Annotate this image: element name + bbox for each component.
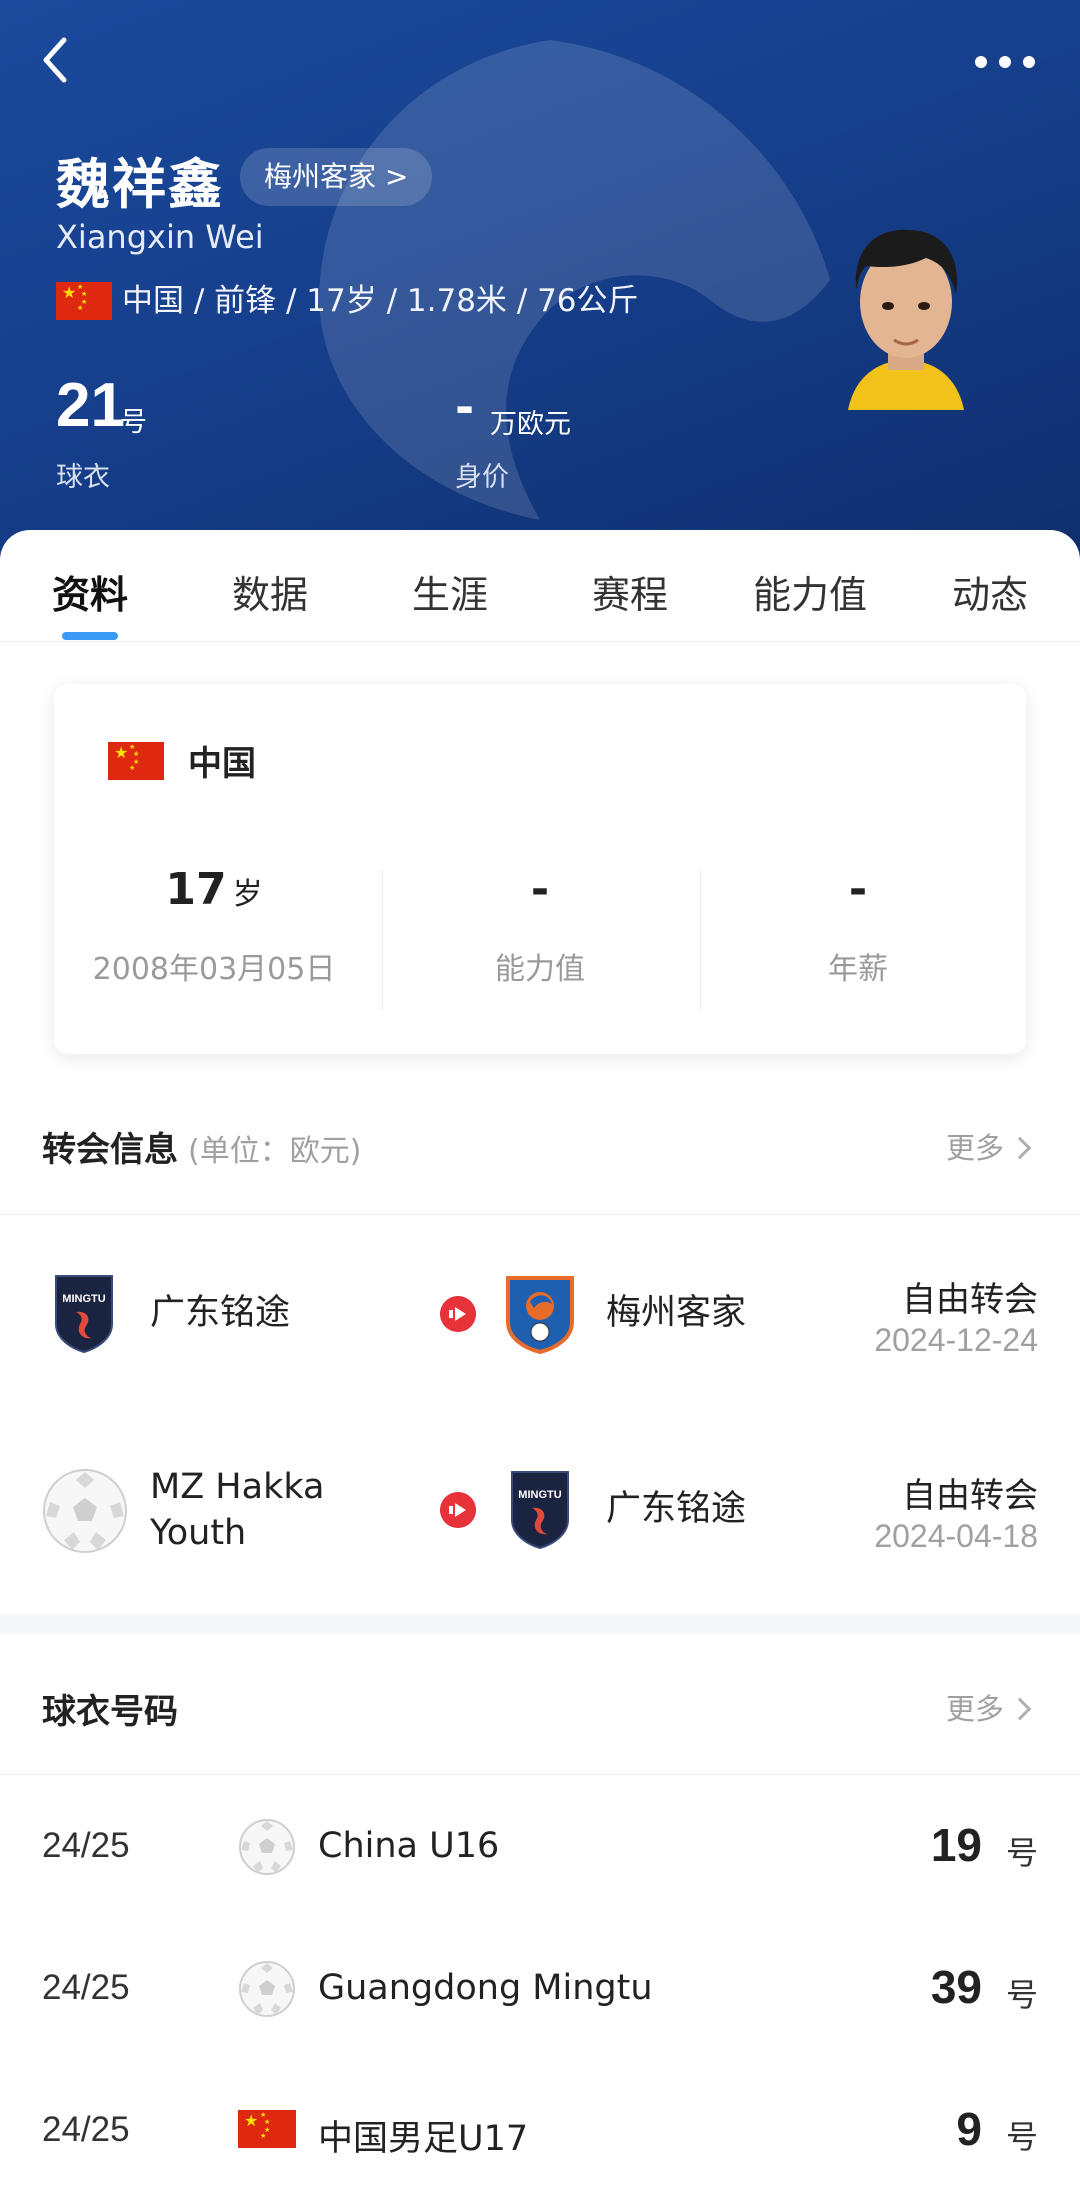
salary-value: - bbox=[848, 864, 868, 915]
divider bbox=[0, 1774, 1080, 1775]
more-options-button[interactable] bbox=[970, 40, 1040, 80]
jersey-number: 21 bbox=[56, 371, 125, 440]
tab-career[interactable]: 生涯 bbox=[410, 564, 490, 619]
jersey-unit: 号 bbox=[1005, 1976, 1038, 2014]
season: 24/25 bbox=[42, 1826, 130, 1865]
tab-bar: 资料 数据 生涯 赛程 能力值 动态 bbox=[0, 530, 1080, 642]
to-club[interactable]: 广东铭途 bbox=[606, 1486, 746, 1532]
birthdate: 2008年03月05日 bbox=[92, 952, 336, 987]
jersey-unit: 号 bbox=[120, 407, 147, 438]
tab-stats[interactable]: 数据 bbox=[230, 564, 310, 619]
transfers-more-link[interactable]: 更多 bbox=[946, 1125, 1032, 1167]
club-crest-watermark bbox=[319, 40, 830, 520]
chevron-right-icon bbox=[1008, 1136, 1032, 1160]
jersey-unit: 号 bbox=[1005, 2118, 1038, 2156]
market-value: - bbox=[455, 380, 475, 434]
salary-label: 年薪 bbox=[828, 952, 888, 987]
china-flag-icon: ★ ★ ★ ★ ★ bbox=[238, 2110, 296, 2148]
transfer-date: 2024-12-24 bbox=[874, 1322, 1038, 1358]
jersey-label: 球衣 bbox=[56, 462, 110, 493]
soccer-ball-icon bbox=[239, 1961, 295, 2017]
team-name: China U16 bbox=[318, 1826, 500, 1866]
age-value: 17 bbox=[165, 864, 227, 915]
more-label: 更多 bbox=[946, 1131, 1005, 1165]
from-club[interactable]: 广东铭途 bbox=[150, 1290, 290, 1336]
ability-label: 能力值 bbox=[495, 952, 585, 987]
player-name-en: Xiangxin Wei bbox=[56, 218, 264, 256]
back-button[interactable] bbox=[28, 30, 88, 90]
age-stat: 17 岁 2008年03月05日 bbox=[54, 864, 374, 988]
nationality-label: 中国 bbox=[188, 744, 256, 784]
guangdong-mingtu-logo: MINGTU bbox=[55, 1275, 113, 1354]
soccer-ball-icon bbox=[43, 1469, 127, 1553]
guangdong-mingtu-logo: MINGTU bbox=[511, 1471, 569, 1550]
jersey-history-row[interactable]: 24/25 Guangdong Mingtu 39 号 bbox=[0, 1918, 1080, 2058]
season: 24/25 bbox=[42, 2110, 130, 2149]
profile-card: ★ ★ ★ ★ ★ 中国 17 岁 2008年03月05日 - 能力值 - 年薪 bbox=[54, 684, 1026, 1054]
transfers-title-text: 转会信息 bbox=[42, 1130, 178, 1170]
salary-stat: - 年薪 bbox=[698, 864, 1018, 988]
team-name: 中国男足U17 bbox=[318, 2119, 529, 2159]
section-gap bbox=[0, 1614, 1080, 1634]
season: 24/25 bbox=[42, 1968, 130, 2007]
market-value-label: 身价 bbox=[455, 462, 509, 493]
active-tab-indicator bbox=[62, 632, 118, 640]
svg-text:MINGTU: MINGTU bbox=[518, 1489, 561, 1501]
jersey-history-row[interactable]: 24/25 China U16 19 号 bbox=[0, 1778, 1080, 1918]
meizhou-hakka-logo bbox=[506, 1276, 574, 1354]
tab-ability[interactable]: 能力值 bbox=[748, 564, 872, 619]
team-name: Guangdong Mingtu bbox=[318, 1968, 653, 2008]
transfer-type: 自由转会 bbox=[902, 1476, 1038, 1516]
age-unit: 岁 bbox=[232, 877, 263, 912]
more-label: 更多 bbox=[946, 1692, 1005, 1726]
player-name-cn: 魏祥鑫 bbox=[56, 153, 224, 216]
player-info-line: 中国 / 前锋 / 17岁 / 1.78米 / 76公斤 bbox=[122, 283, 639, 319]
tab-schedule[interactable]: 赛程 bbox=[590, 564, 670, 619]
ability-stat: - 能力值 bbox=[380, 864, 700, 988]
transfer-row[interactable]: MZ Hakka Youth MINGTU 广东铭途 自由转会 2024-04-… bbox=[0, 1412, 1080, 1612]
transfer-row[interactable]: MINGTU 广东铭途 梅州客家 自由转会 2024-12-24 bbox=[0, 1214, 1080, 1414]
transfer-type: 自由转会 bbox=[902, 1280, 1038, 1320]
from-club-line2[interactable]: Youth bbox=[150, 1510, 246, 1556]
transfer-arrow-icon bbox=[440, 1492, 476, 1528]
transfers-title: 转会信息 (单位：欧元) bbox=[42, 1122, 361, 1171]
jersey-history-title: 球衣号码 bbox=[42, 1692, 178, 1732]
current-team-link[interactable]: 梅州客家 > bbox=[240, 148, 433, 206]
transfer-arrow-icon bbox=[440, 1296, 476, 1332]
china-flag-icon: ★ ★ ★ ★ ★ bbox=[56, 282, 112, 320]
player-avatar bbox=[848, 229, 964, 410]
to-club[interactable]: 梅州客家 bbox=[606, 1290, 746, 1336]
tab-profile[interactable]: 资料 bbox=[50, 564, 130, 619]
soccer-ball-icon bbox=[239, 1819, 295, 1875]
from-club-line1[interactable]: MZ Hakka bbox=[150, 1464, 324, 1510]
market-value-unit: 万欧元 bbox=[490, 409, 571, 440]
transfer-date: 2024-04-18 bbox=[874, 1518, 1038, 1554]
jersey-number: 39 bbox=[930, 1961, 982, 2013]
jersey-more-link[interactable]: 更多 bbox=[946, 1686, 1032, 1728]
jersey-history-row[interactable]: 24/25 ★ ★ ★ ★ ★ 中国男足U17 9 号 bbox=[0, 2058, 1080, 2198]
china-flag-icon: ★ ★ ★ ★ ★ bbox=[108, 742, 164, 780]
player-header: 魏祥鑫 梅州客家 > Xiangxin Wei ★ ★ ★ ★ ★ 中国 / 前… bbox=[0, 0, 1080, 560]
tab-news[interactable]: 动态 bbox=[950, 564, 1030, 619]
ability-value: - bbox=[530, 864, 550, 915]
transfers-unit: (单位：欧元) bbox=[188, 1134, 362, 1169]
jersey-number: 9 bbox=[956, 2103, 982, 2155]
jersey-unit: 号 bbox=[1005, 1834, 1038, 1872]
jersey-number: 19 bbox=[930, 1819, 982, 1871]
chevron-right-icon bbox=[1008, 1697, 1032, 1721]
svg-text:MINGTU: MINGTU bbox=[62, 1293, 105, 1305]
